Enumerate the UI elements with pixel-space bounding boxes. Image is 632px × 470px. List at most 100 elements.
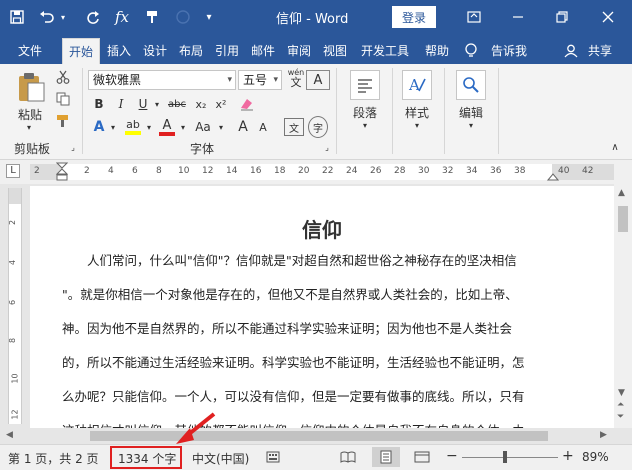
scroll-left-icon[interactable]: ◀	[6, 430, 13, 440]
strikethrough-button[interactable]: abc	[166, 94, 188, 114]
document-page[interactable]: 信仰 人们常问，什么叫"信仰"？信仰就是"对超自然和超世俗之神秘存在的坚决相信 …	[30, 186, 614, 438]
tab-mailings[interactable]: 邮件	[246, 38, 280, 64]
font-size-box[interactable]: 五号 ▾	[238, 70, 282, 90]
underline-dropdown-icon[interactable]: ▾	[152, 94, 162, 114]
tab-review[interactable]: 审阅	[282, 38, 316, 64]
tab-developer[interactable]: 开发工具	[354, 38, 416, 64]
close-icon[interactable]	[592, 6, 624, 28]
paragraph-label[interactable]: 段落	[346, 104, 384, 120]
paste-icon[interactable]	[12, 70, 50, 104]
font-name-dropdown-icon[interactable]: ▾	[227, 71, 232, 89]
ribbon-display-options-icon[interactable]	[458, 6, 490, 28]
shrink-font-button[interactable]: A	[254, 116, 272, 138]
text-effects-button[interactable]: A	[90, 116, 108, 138]
insert-function-icon[interactable]: fx	[110, 6, 134, 28]
char-border-button[interactable]: A	[306, 70, 330, 90]
share-button[interactable]: 共享	[582, 38, 618, 64]
paragraph-icon[interactable]	[350, 70, 380, 100]
editing-label[interactable]: 编辑	[452, 104, 490, 120]
tab-file[interactable]: 文件	[8, 38, 52, 64]
underline-button[interactable]: U	[134, 94, 152, 114]
scroll-right-icon[interactable]: ▶	[600, 430, 607, 440]
highlight-dropdown-icon[interactable]: ▾	[144, 116, 154, 138]
zoom-slider-thumb[interactable]	[502, 451, 507, 463]
font-color-button[interactable]: A	[156, 116, 178, 138]
cut-icon[interactable]	[54, 68, 72, 86]
grow-font-button[interactable]: A	[234, 116, 252, 138]
web-layout-icon[interactable]	[414, 451, 430, 466]
enclose-characters-button[interactable]: 字	[308, 116, 328, 138]
tab-references[interactable]: 引用	[210, 38, 244, 64]
tab-design[interactable]: 设计	[138, 38, 172, 64]
zoom-in-button[interactable]: +	[562, 448, 574, 464]
tab-view[interactable]: 视图	[318, 38, 352, 64]
subscript-button[interactable]: x₂	[192, 94, 210, 114]
tell-me-search[interactable]: 告诉我	[484, 38, 534, 64]
tab-help[interactable]: 帮助	[418, 38, 456, 64]
circle-icon[interactable]	[172, 6, 194, 28]
editing-dropdown-icon[interactable]: ▾	[464, 120, 478, 130]
zoom-level[interactable]: 89%	[582, 450, 609, 464]
document-heading: 信仰	[302, 218, 342, 242]
vertical-scrollbar[interactable]: ▲ ▼ ⏶ ⏷	[614, 184, 632, 428]
font-name-box[interactable]: 微软雅黑 ▾	[88, 70, 236, 90]
font-size-dropdown-icon[interactable]: ▾	[273, 71, 278, 89]
undo-dropdown-icon[interactable]: ▾	[58, 6, 68, 28]
collapse-ribbon-icon[interactable]: ∧	[608, 140, 622, 154]
change-case-button[interactable]: Aa	[190, 116, 216, 138]
format-painter-icon[interactable]	[54, 112, 72, 130]
language-indicator[interactable]: 中文(中国)	[192, 450, 249, 467]
person-icon[interactable]	[560, 38, 582, 64]
macro-record-icon[interactable]	[266, 451, 280, 466]
vertical-scroll-thumb[interactable]	[618, 206, 628, 232]
paste-dropdown-icon[interactable]: ▾	[22, 122, 36, 132]
print-layout-icon[interactable]	[372, 447, 400, 467]
bold-button[interactable]: B	[90, 94, 108, 114]
previous-page-icon[interactable]: ⏶	[617, 400, 624, 410]
horizontal-scroll-thumb[interactable]	[90, 431, 548, 441]
styles-icon[interactable]: A	[402, 70, 432, 100]
lightbulb-icon[interactable]	[460, 38, 482, 64]
clear-formatting-icon[interactable]	[236, 94, 258, 114]
styles-dropdown-icon[interactable]: ▾	[410, 120, 424, 130]
styles-label[interactable]: 样式	[398, 104, 436, 120]
paste-label[interactable]: 粘贴	[10, 106, 50, 122]
copy-icon[interactable]	[54, 90, 72, 108]
minimize-icon[interactable]	[502, 6, 534, 28]
font-color-dropdown-icon[interactable]: ▾	[178, 116, 188, 138]
tab-insert[interactable]: 插入	[102, 38, 136, 64]
italic-button[interactable]: I	[112, 94, 130, 114]
customize-toolbar-icon[interactable]: ▾	[202, 6, 216, 28]
horizontal-ruler[interactable]: 2 2 4 6 8 10 12 14 16 18 20 22 24 26 28 …	[30, 162, 614, 182]
clipboard-launcher-icon[interactable]: ⌟	[68, 142, 78, 152]
tab-layout[interactable]: 布局	[174, 38, 208, 64]
right-indent-marker-icon[interactable]	[547, 170, 559, 182]
undo-icon[interactable]	[36, 6, 58, 28]
phonetic-button[interactable]: 文	[284, 118, 304, 136]
superscript-button[interactable]: x²	[212, 94, 230, 114]
zoom-slider[interactable]	[462, 451, 558, 463]
scroll-up-icon[interactable]: ▲	[618, 188, 625, 198]
change-case-dropdown-icon[interactable]: ▾	[216, 116, 226, 138]
search-icon[interactable]	[456, 70, 486, 100]
vertical-ruler[interactable]: 2 4 6 8 10 12	[8, 188, 22, 424]
pinyin-guide-button[interactable]: wén 文	[286, 68, 306, 90]
restore-icon[interactable]	[546, 6, 578, 28]
scroll-down-icon[interactable]: ▼	[618, 388, 625, 398]
page-info[interactable]: 第 1 页，共 2 页	[8, 450, 99, 467]
format-painter-quick-icon[interactable]	[142, 6, 164, 28]
highlight-button[interactable]: ab	[122, 116, 144, 138]
horizontal-scrollbar[interactable]: ◀ ▶	[0, 428, 632, 444]
tab-home[interactable]: 开始	[62, 38, 100, 64]
text-effects-dropdown-icon[interactable]: ▾	[108, 116, 118, 138]
save-icon[interactable]	[6, 6, 28, 28]
login-button[interactable]: 登录	[392, 6, 436, 28]
paragraph-dropdown-icon[interactable]: ▾	[358, 120, 372, 130]
font-launcher-icon[interactable]: ⌟	[322, 142, 332, 152]
redo-icon[interactable]	[82, 6, 104, 28]
tab-selector[interactable]: L	[6, 164, 20, 178]
indent-markers-icon[interactable]	[56, 162, 68, 182]
zoom-out-button[interactable]: −	[446, 448, 458, 464]
next-page-icon[interactable]: ⏷	[617, 412, 624, 422]
read-mode-icon[interactable]	[340, 451, 356, 466]
